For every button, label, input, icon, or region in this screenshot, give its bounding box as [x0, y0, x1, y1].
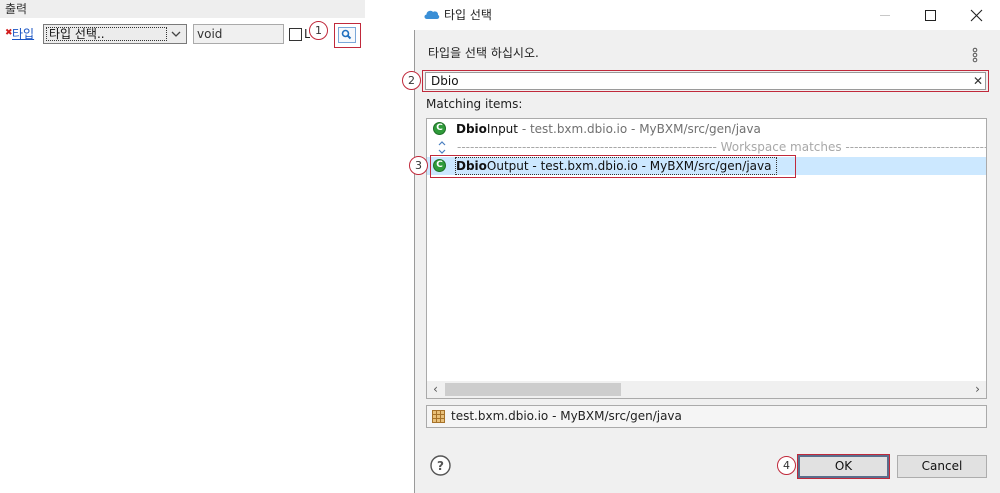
item-name-text: Input	[486, 122, 518, 136]
scrollbar-thumb[interactable]	[445, 383, 621, 396]
close-icon	[970, 9, 983, 22]
dialog-message: 타입을 선택 하십시오.	[428, 46, 539, 60]
type-link[interactable]: 타입	[12, 26, 34, 42]
collapse-icon[interactable]	[437, 139, 447, 147]
workspace-matches-separator: ----------------------------------------…	[427, 138, 986, 156]
close-button[interactable]	[954, 0, 1000, 30]
item-detail-path: test.bxm.dbio.io - MyBXM/src/gen/java	[426, 405, 987, 428]
clear-icon[interactable]: ✕	[972, 73, 984, 89]
type-search-button[interactable]	[334, 23, 361, 48]
annotation-badge-4: 4	[777, 456, 796, 475]
item-match-text: Dbio	[456, 122, 487, 136]
annotation-badge-1: 1	[309, 21, 328, 40]
cancel-button[interactable]: Cancel	[897, 455, 987, 478]
separator-text: ----------------------------------------…	[457, 140, 986, 154]
annotation-badge-2: 2	[402, 71, 421, 90]
selected-item-annotation-outline	[430, 155, 796, 178]
item-qualifier: - test.bxm.dbio.io - MyBXM/src/gen/java	[518, 122, 761, 136]
ok-button[interactable]: OK	[798, 455, 889, 478]
class-icon: C	[433, 122, 446, 135]
view-menu-icon[interactable]	[970, 47, 980, 63]
filter-input[interactable]: Dbio	[425, 72, 986, 90]
svg-text:?: ?	[437, 459, 444, 473]
minimize-icon	[880, 15, 890, 16]
matching-items-label: Matching items:	[426, 97, 523, 111]
return-type-input[interactable]: void	[193, 24, 284, 44]
maximize-button[interactable]	[908, 0, 954, 30]
output-header: 출력	[0, 0, 365, 18]
type-select-value: 타입 선택..	[46, 27, 167, 41]
scroll-left-icon[interactable]: ‹	[427, 381, 444, 398]
chevron-down-icon	[171, 31, 181, 37]
search-icon	[341, 29, 352, 40]
help-icon[interactable]: ?	[430, 455, 451, 476]
horizontal-scrollbar[interactable]: ‹ ›	[427, 381, 986, 398]
cloud-app-icon	[424, 10, 440, 19]
maximize-icon	[925, 10, 936, 21]
scroll-right-icon[interactable]: ›	[969, 381, 986, 398]
list-checkbox[interactable]	[289, 28, 302, 41]
list-item[interactable]: C DbioInput - test.bxm.dbio.io - MyBXM/s…	[427, 120, 986, 138]
minimize-button[interactable]	[862, 0, 908, 30]
dialog-title: 타입 선택	[444, 8, 492, 22]
type-select[interactable]: 타입 선택..	[43, 24, 187, 44]
package-icon	[432, 410, 445, 423]
annotation-badge-3: 3	[409, 156, 428, 175]
